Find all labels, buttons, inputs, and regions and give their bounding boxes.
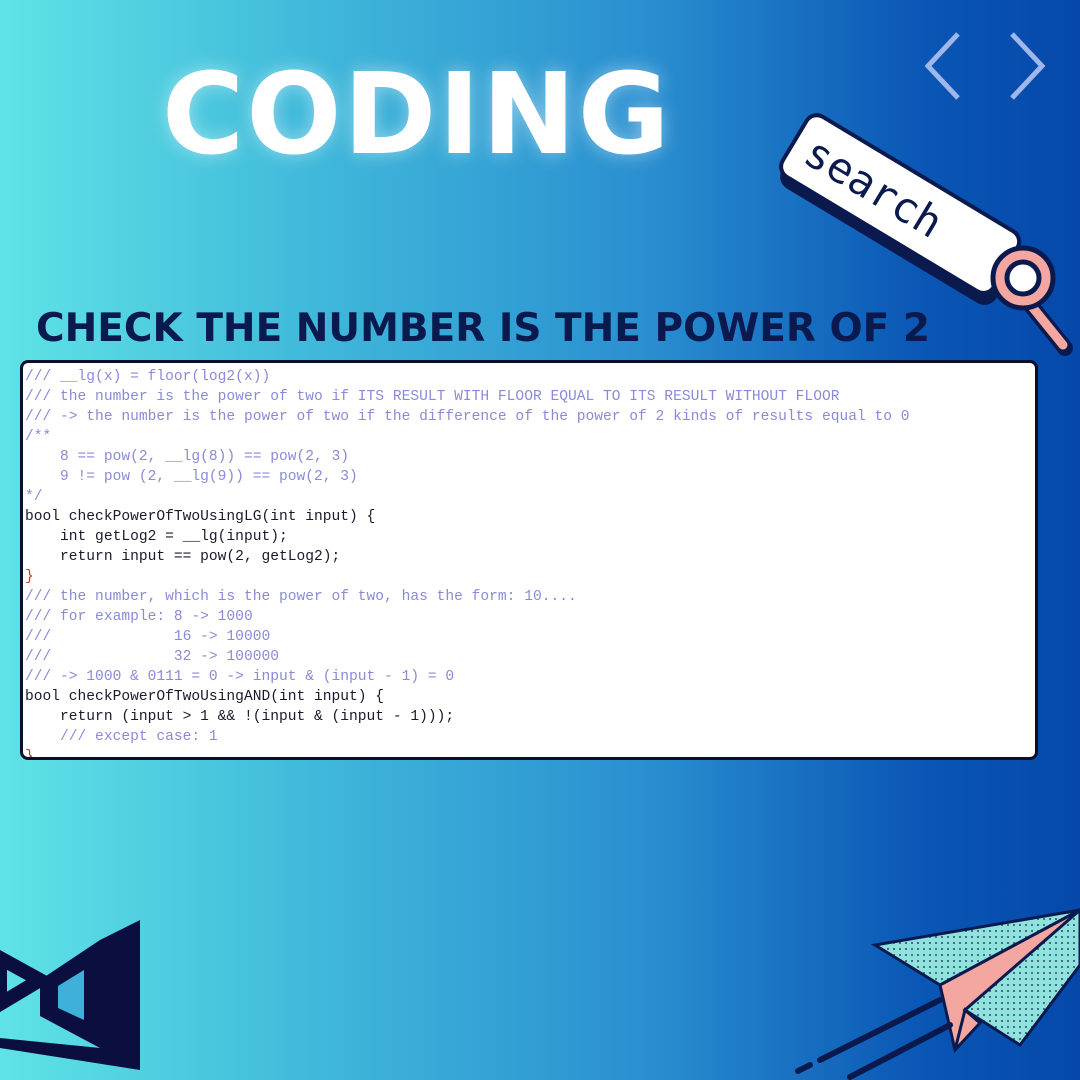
page-title: CODING: [162, 50, 672, 180]
code-line: /// __lg(x) = floor(log2(x)): [25, 369, 271, 385]
visual-studio-logo: [0, 920, 140, 1070]
code-line: return (input > 1 && !(input & (input - …: [25, 709, 455, 725]
code-line: return input == pow(2, getLog2);: [25, 549, 341, 565]
code-line: }: [25, 569, 34, 585]
code-line: /// 16 -> 10000: [25, 629, 271, 645]
code-line: }: [25, 749, 34, 760]
code-line: /// the number is the power of two if IT…: [25, 389, 840, 405]
code-line: /// for example: 8 -> 1000: [25, 609, 253, 625]
code-line: /// 32 -> 100000: [25, 649, 279, 665]
paper-plane-icon: [795, 908, 1080, 1080]
code-line: /// -> the number is the power of two if…: [25, 409, 910, 425]
code-line: 9 != pow (2, __lg(9)) == pow(2, 3): [25, 469, 358, 485]
code-line: /// -> 1000 & 0111 = 0 -> input & (input…: [25, 669, 455, 685]
code-line: /// except case: 1: [25, 729, 218, 745]
code-line: /**: [25, 429, 52, 445]
code-line: /// the number, which is the power of tw…: [25, 589, 577, 605]
code-panel: /// __lg(x) = floor(log2(x)) /// the numb…: [20, 360, 1038, 760]
code-line: */: [25, 489, 43, 505]
code-line: bool checkPowerOfTwoUsingAND(int input) …: [25, 689, 385, 705]
code-line: 8 == pow(2, __lg(8)) == pow(2, 3): [25, 449, 350, 465]
page-subtitle: CHECK THE NUMBER IS THE POWER OF 2: [36, 306, 931, 351]
search-label: search: [796, 127, 952, 248]
code-block: /// __lg(x) = floor(log2(x)) /// the numb…: [23, 363, 1035, 760]
chevron-brackets-icon: [924, 32, 1046, 100]
code-line: bool checkPowerOfTwoUsingLG(int input) {: [25, 509, 376, 525]
code-line: int getLog2 = __lg(input);: [25, 529, 288, 545]
